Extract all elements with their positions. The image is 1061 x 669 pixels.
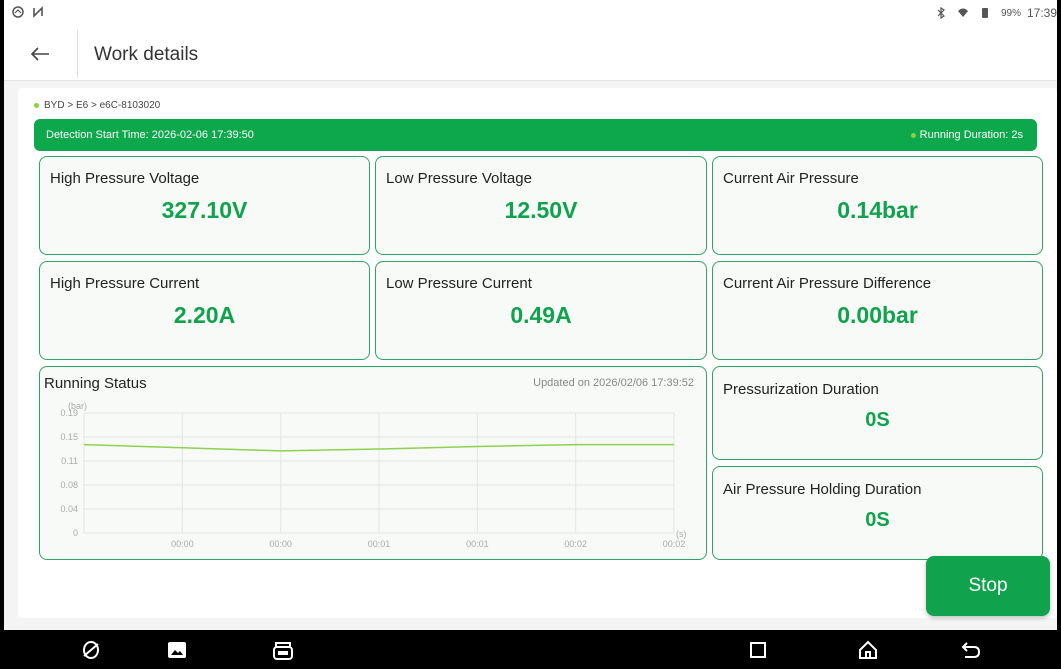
air-pressure-difference-value: 0.00bar [837,302,918,328]
air-pressure-difference-card: Current Air Pressure Difference 0.00bar [712,261,1043,360]
high-pressure-voltage-card: High Pressure Voltage 327.10V [39,156,370,255]
title-bar: Work details [4,26,1057,81]
current-air-pressure-label: Current Air Pressure [723,170,859,187]
arrow-left-icon [30,47,49,61]
x-tick-label: 00:02 [564,539,587,549]
pressurization-duration-label: Pressurization Duration [723,381,879,398]
holding-duration-value: 0S [865,509,890,531]
back-nav-icon[interactable] [960,639,982,661]
battery-level: 99% [1000,7,1021,19]
x-axis-unit: (s) [676,529,687,539]
stop-button[interactable]: Stop [926,556,1050,616]
high-pressure-current-label: High Pressure Current [50,275,200,292]
high-pressure-voltage-label: High Pressure Voltage [50,170,200,187]
breadcrumb: BYD > E6 > e6C-8103020 [34,100,160,111]
x-tick-label: 00:01 [466,539,489,549]
running-status-chart: 00.040.080.110.150.1900:00 00:00 00:01 00:0… [60,401,687,549]
page-title: Work details [94,44,199,65]
y-tick-label: 0 [73,528,78,538]
status-bar: 99% 17:39 [4,0,1057,26]
air-pressure-difference-label: Current Air Pressure Difference [723,275,932,292]
back-button[interactable] [18,38,62,70]
device-frame: 99% 17:39 Work details BYD > E6 > e6C-81… [0,0,1061,669]
recent-apps-icon[interactable] [747,639,769,661]
breadcrumb-text: BYD > E6 > e6C-8103020 [44,100,161,111]
holding-duration-card: Air Pressure Holding Duration 0S [712,466,1043,560]
running-dot-icon [910,132,916,138]
low-pressure-current-label: Low Pressure Current [386,275,532,292]
y-axis-unit: (bar) [68,401,87,411]
bluetooth-icon [937,7,945,19]
title-divider [77,30,78,78]
current-air-pressure-card: Current Air Pressure 0.14bar [712,156,1043,255]
x-tick-label: 00:01 [368,539,391,549]
low-pressure-current-card: Low Pressure Current 0.49A [375,261,707,360]
nfc-icon [33,6,43,18]
detection-banner: Detection Start Time: 2026-02-06 17:39:5… [34,119,1037,151]
gallery-icon[interactable] [166,639,188,661]
running-duration-text: Running Duration: 2s [919,129,1023,141]
breadcrumb-dot-icon [34,103,39,108]
screen: 99% 17:39 Work details BYD > E6 > e6C-81… [4,0,1057,630]
y-tick-label: 0.11 [61,456,78,466]
x-tick-label: 00:00 [171,539,194,549]
pressurization-duration-card: Pressurization Duration 0S [712,366,1043,460]
y-tick-label: 0.08 [60,480,78,490]
y-tick-label: 0.15 [60,432,78,442]
battery-icon [981,8,988,18]
high-pressure-current-value: 2.20A [173,302,236,328]
current-air-pressure-value: 0.14bar [837,197,918,223]
navigation-bar [0,630,1061,669]
low-pressure-voltage-label: Low Pressure Voltage [386,170,532,187]
y-tick-label: 0.04 [60,504,78,514]
low-pressure-voltage-card: Low Pressure Voltage 12.50V [375,156,707,255]
low-pressure-voltage-value: 12.50V [504,197,578,223]
detection-start-time: Detection Start Time: 2026-02-06 17:39:5… [46,129,254,141]
high-pressure-voltage-value: 327.10V [161,197,248,223]
home-icon[interactable] [857,639,879,661]
running-duration: Running Duration: 2s [910,129,1023,141]
high-pressure-current-card: High Pressure Current 2.20A [39,261,370,360]
low-pressure-current-value: 0.49A [510,302,572,328]
running-status-card: Running Status Updated on 2026/02/06 17:… [39,366,707,560]
clock: 17:39 [1026,6,1057,20]
holding-duration-label: Air Pressure Holding Duration [723,481,922,498]
work-details-panel: BYD > E6 > e6C-8103020 Detection Start T… [18,88,1057,618]
app-logo-icon [12,6,24,18]
x-tick-label: 00:00 [269,539,292,549]
vci-icon[interactable] [272,639,294,661]
pressurization-duration-value: 0S [865,409,890,431]
browser-icon[interactable] [80,639,102,661]
x-tick-label: 00:02 [663,539,686,549]
wifi-icon [957,8,968,17]
